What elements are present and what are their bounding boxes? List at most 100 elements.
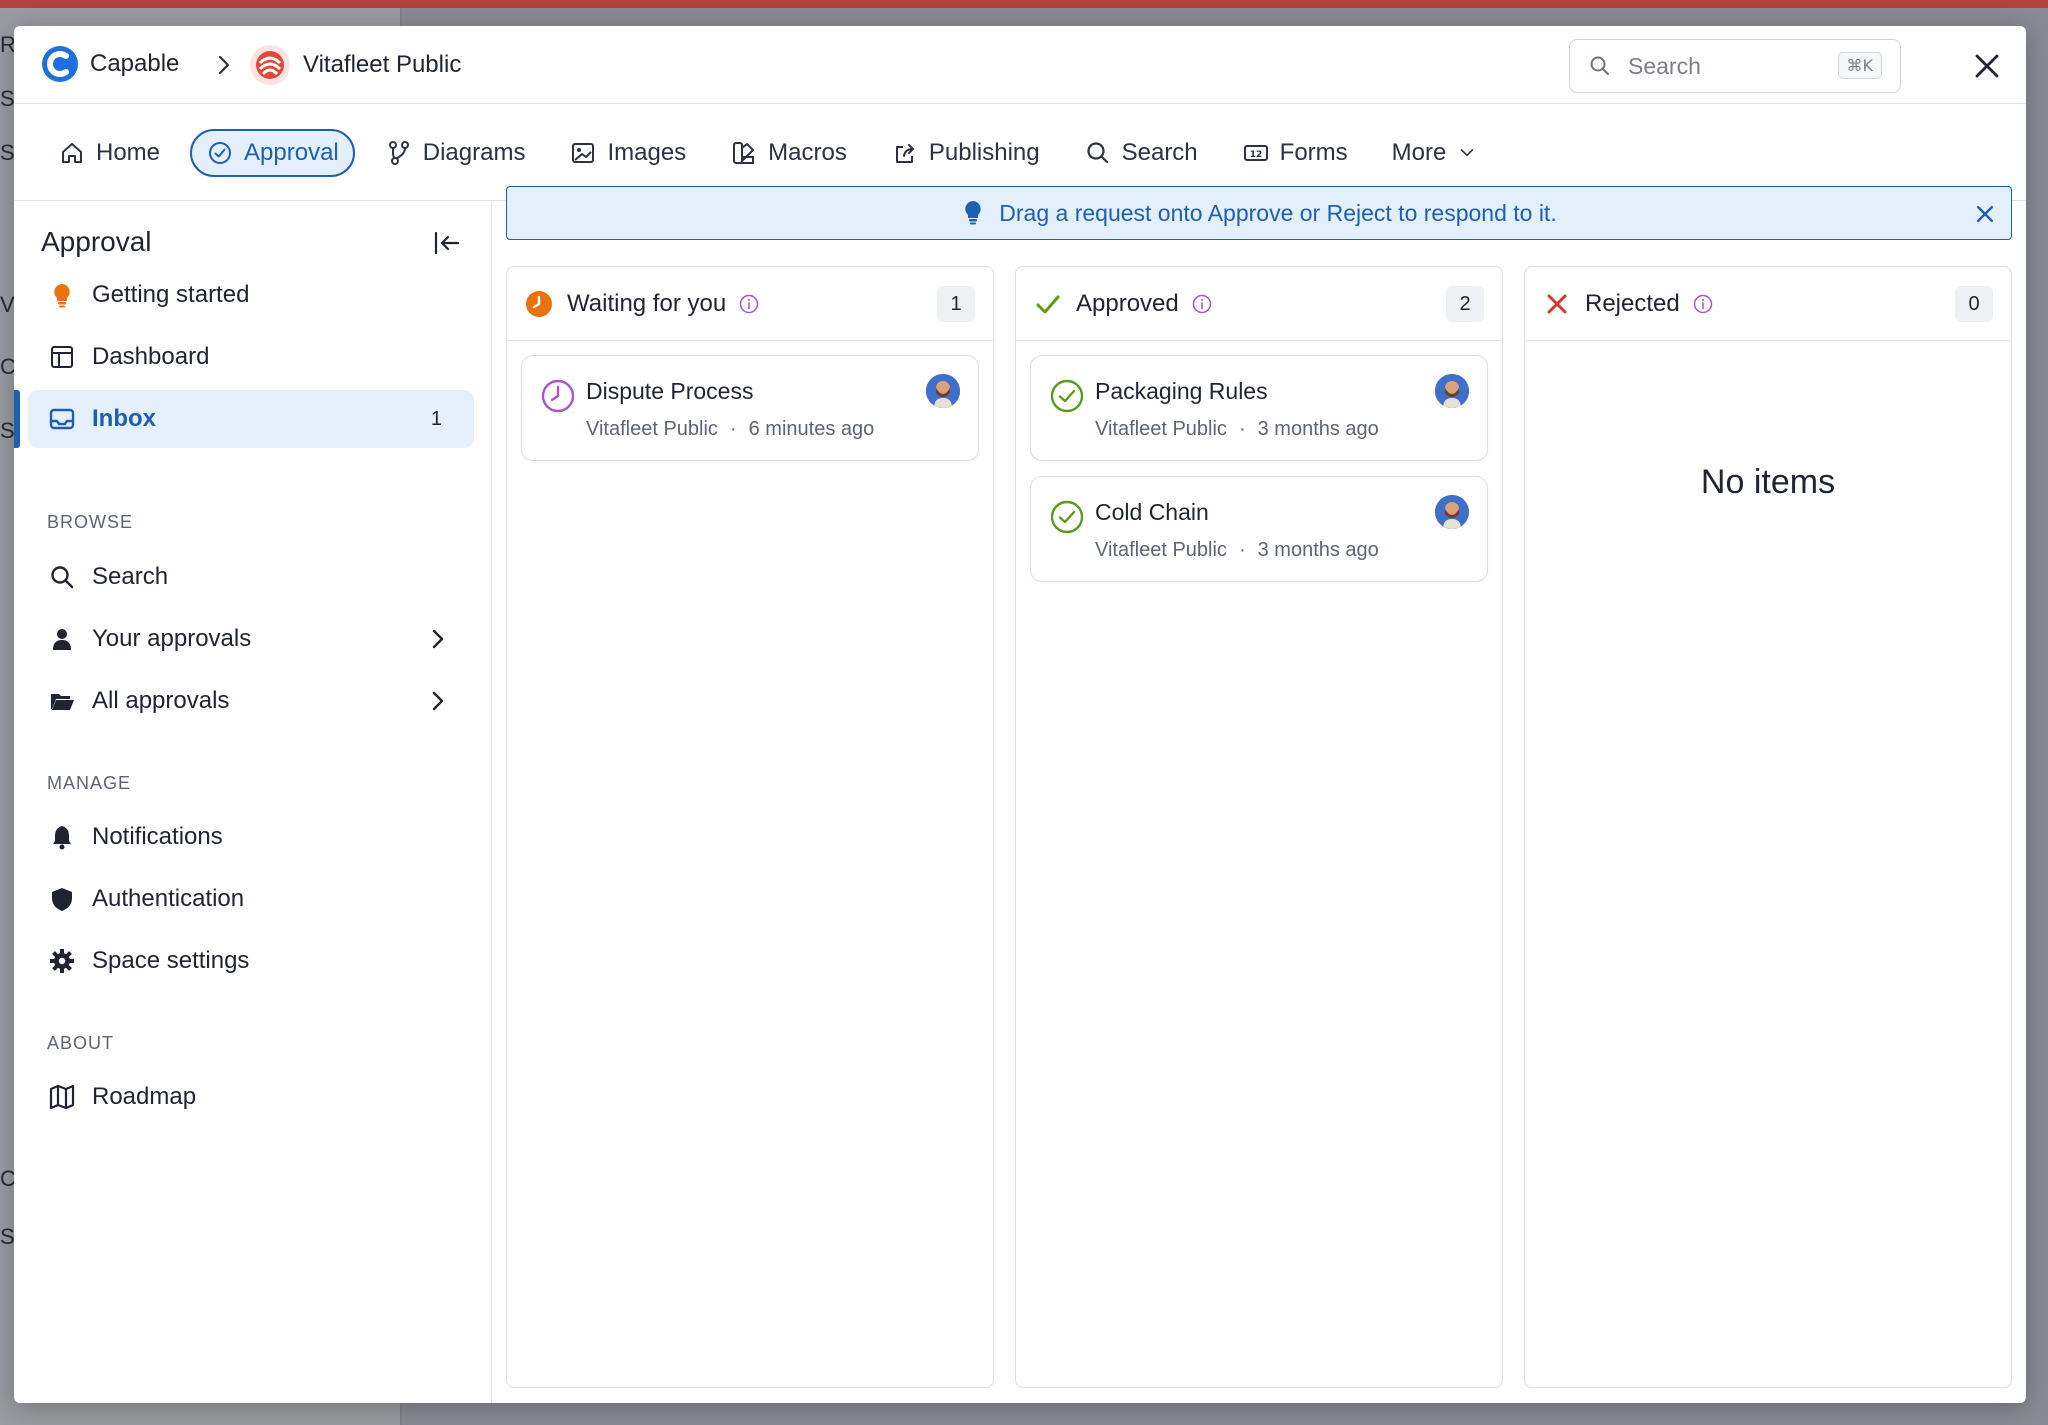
avatar-icon <box>926 374 960 408</box>
close-icon[interactable] <box>1969 48 2005 84</box>
sidebar-item-space-settings[interactable]: Space settings <box>28 932 474 990</box>
banner-text: Drag a request onto Approve or Reject to… <box>999 199 1557 226</box>
global-search[interactable]: ⌘K <box>1569 39 1901 93</box>
column-header: Rejected 0 <box>1525 267 2011 341</box>
card-title: Dispute Process <box>586 378 754 404</box>
sidebar-item-label: All approvals <box>92 687 230 714</box>
separator-dot: · <box>729 418 737 440</box>
background-text: Vit <box>0 292 14 317</box>
map-icon <box>49 1084 75 1110</box>
search-icon <box>1590 56 1609 75</box>
column-count: 2 <box>1446 286 1484 322</box>
bell-icon <box>53 826 71 850</box>
column-count: 0 <box>1955 286 1993 322</box>
sidebar-item-label: Getting started <box>92 281 250 308</box>
card-meta: Vitafleet Public · 3 months ago <box>1095 539 1379 562</box>
nav-diagrams[interactable]: Diagrams <box>371 129 540 177</box>
info-icon[interactable] <box>1692 293 1714 315</box>
chevron-right-icon <box>432 691 444 711</box>
nav-label: Approval <box>244 138 339 166</box>
nav-label: Search <box>1121 138 1198 166</box>
sidebar-item-label: Space settings <box>92 947 250 974</box>
active-indicator <box>14 390 20 448</box>
avatar <box>1435 374 1469 408</box>
sidebar-item-label: Notifications <box>92 823 223 850</box>
request-card[interactable]: Dispute Process Vitafleet Public · 6 minut… <box>521 355 979 461</box>
request-card[interactable]: Packaging Rules Vitafleet Public · 3 month… <box>1030 355 1488 461</box>
check-circle-icon <box>1050 379 1084 413</box>
info-icon[interactable] <box>738 293 760 315</box>
sidebar-item-inbox[interactable]: Inbox 1 <box>28 390 474 448</box>
diagram-icon <box>388 140 409 165</box>
chevron-right-icon <box>218 55 230 75</box>
collapse-sidebar-icon[interactable] <box>430 226 464 260</box>
sidebar-item-label: Inbox <box>92 405 156 432</box>
approval-sidebar: Approval Getting started Dashboard Inbox… <box>14 202 492 1403</box>
clock-icon <box>541 379 575 413</box>
space-logo-icon <box>250 45 290 85</box>
background-top-bar <box>0 0 2048 8</box>
avatar-icon <box>1435 495 1469 529</box>
gear-icon <box>50 949 74 973</box>
nav-search[interactable]: Search <box>1070 129 1212 177</box>
sidebar-item-label: Search <box>92 563 169 590</box>
brand-name: Capable <box>90 50 180 77</box>
card-time: 3 months ago <box>1257 539 1379 561</box>
section-label-about: ABOUT <box>47 1033 115 1053</box>
background-text: Sp <box>0 140 14 165</box>
sidebar-item-search[interactable]: Search <box>28 548 474 606</box>
nav-macros[interactable]: Macros <box>716 129 861 177</box>
lightbulb-icon <box>54 284 70 308</box>
column-title: Rejected <box>1585 289 1680 317</box>
sidebar-item-dashboard[interactable]: Dashboard <box>28 328 474 386</box>
chevron-right-icon <box>432 629 444 649</box>
nav-publishing[interactable]: Publishing <box>877 129 1054 177</box>
lightbulb-icon <box>965 201 981 225</box>
sidebar-item-authentication[interactable]: Authentication <box>28 870 474 928</box>
close-icon[interactable] <box>1973 200 1997 228</box>
background-text: Re <box>0 32 14 57</box>
check-circle-icon <box>209 141 232 164</box>
breadcrumb-space[interactable]: Vitafleet Public <box>249 44 461 86</box>
shield-icon <box>52 888 72 911</box>
background-text: Sp <box>0 1224 14 1249</box>
nav-label: Publishing <box>928 138 1040 166</box>
checkmark-icon <box>1036 295 1060 313</box>
nav-forms[interactable]: 12 Forms <box>1228 129 1362 177</box>
sidebar-item-getting-started[interactable]: Getting started <box>28 266 474 324</box>
sidebar-item-label: Dashboard <box>92 343 210 370</box>
nav-label: More <box>1391 138 1447 166</box>
breadcrumb-brand[interactable]: Capable <box>40 44 179 84</box>
background-text: Sta <box>0 86 14 111</box>
clock-filled-icon <box>526 290 552 317</box>
nav-home[interactable]: Home <box>44 129 174 177</box>
sidebar-item-label: Authentication <box>92 885 245 912</box>
background-text: C <box>0 1166 14 1191</box>
inbox-icon <box>49 408 75 430</box>
check-circle-icon <box>1050 500 1084 534</box>
capable-logo-icon <box>42 46 78 82</box>
sidebar-title: Approval <box>41 226 152 257</box>
background-text: Co <box>0 354 14 379</box>
space-name: Vitafleet Public <box>303 51 462 78</box>
card-meta: Vitafleet Public · 3 months ago <box>1095 418 1379 441</box>
sidebar-item-all-approvals[interactable]: All approvals <box>28 672 474 730</box>
nav-more[interactable]: More <box>1378 129 1493 177</box>
inbox-count: 1 <box>430 407 442 430</box>
sidebar-item-your-approvals[interactable]: Your approvals <box>28 610 474 668</box>
nav-images[interactable]: Images <box>555 129 700 177</box>
nav-approval[interactable]: Approval <box>190 128 355 177</box>
background-text: S <box>0 418 14 443</box>
nav-label: Images <box>607 138 687 166</box>
column-title: Approved <box>1076 289 1179 317</box>
search-icon <box>1087 141 1108 163</box>
column-waiting: Waiting for you 1 Dispute Process Vitafl… <box>506 266 994 1388</box>
search-icon <box>51 566 74 589</box>
approval-modal: Capable Vitafleet Public ⌘K <box>14 26 2026 1403</box>
sidebar-item-roadmap[interactable]: Roadmap <box>28 1068 474 1126</box>
search-input[interactable] <box>1628 52 1828 80</box>
form-icon: 12 <box>1243 144 1268 161</box>
info-icon[interactable] <box>1191 293 1213 315</box>
request-card[interactable]: Cold Chain Vitafleet Public · 3 months ago <box>1030 476 1488 582</box>
sidebar-item-notifications[interactable]: Notifications <box>28 808 474 866</box>
